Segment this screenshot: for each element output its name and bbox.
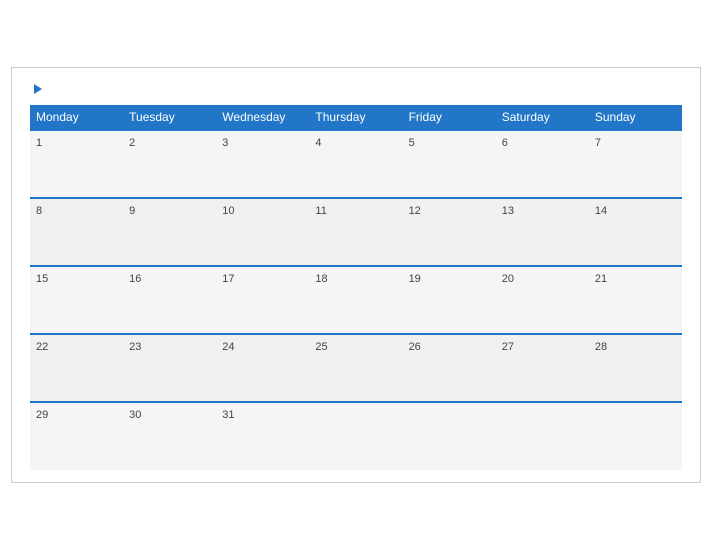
calendar-day-cell: 9 [123,198,216,266]
day-number: 5 [409,137,415,149]
day-number: 10 [222,205,234,217]
day-number: 1 [36,137,42,149]
weekday-header-tuesday: Tuesday [123,105,216,130]
day-number: 12 [409,205,421,217]
calendar-week-row: 1 2 3 4 5 6 7 [30,130,682,198]
calendar-day-cell: 15 [30,266,123,334]
calendar-day-cell: 16 [123,266,216,334]
calendar-day-cell: 2 [123,130,216,198]
calendar-day-cell: 3 [216,130,309,198]
calendar-day-cell: 6 [496,130,589,198]
calendar-day-cell: 26 [403,334,496,402]
calendar-day-cell: 4 [309,130,402,198]
day-number: 17 [222,273,234,285]
calendar-day-cell: 12 [403,198,496,266]
day-number: 28 [595,341,607,353]
weekday-header-thursday: Thursday [309,105,402,130]
calendar-day-cell: 22 [30,334,123,402]
calendar-day-cell: 13 [496,198,589,266]
day-number: 15 [36,273,48,285]
calendar-day-cell: 28 [589,334,682,402]
weekday-header-sunday: Sunday [589,105,682,130]
day-number: 18 [315,273,327,285]
calendar-day-cell [589,402,682,470]
logo-area [30,84,42,95]
day-number: 21 [595,273,607,285]
calendar-day-cell: 7 [589,130,682,198]
weekday-header-wednesday: Wednesday [216,105,309,130]
calendar-day-cell: 21 [589,266,682,334]
day-number: 20 [502,273,514,285]
calendar-week-row: 8 9 10 11 12 13 14 [30,198,682,266]
calendar-day-cell: 5 [403,130,496,198]
day-number: 16 [129,273,141,285]
calendar-header-row: MondayTuesdayWednesdayThursdayFridaySatu… [30,105,682,130]
calendar-grid: MondayTuesdayWednesdayThursdayFridaySatu… [30,105,682,470]
calendar-day-cell: 31 [216,402,309,470]
calendar-container: MondayTuesdayWednesdayThursdayFridaySatu… [11,67,701,483]
day-number: 2 [129,137,135,149]
calendar-day-cell: 17 [216,266,309,334]
calendar-day-cell: 1 [30,130,123,198]
calendar-day-cell: 30 [123,402,216,470]
calendar-header [30,84,682,95]
calendar-day-cell: 29 [30,402,123,470]
calendar-day-cell [403,402,496,470]
weekday-header-friday: Friday [403,105,496,130]
weekday-header-row: MondayTuesdayWednesdayThursdayFridaySatu… [30,105,682,130]
calendar-day-cell: 18 [309,266,402,334]
day-number: 19 [409,273,421,285]
calendar-week-row: 29 30 31 [30,402,682,470]
weekday-header-saturday: Saturday [496,105,589,130]
logo-triangle-icon [34,84,42,94]
calendar-body: 1234567891011121314151617181920212223242… [30,130,682,470]
calendar-day-cell: 8 [30,198,123,266]
calendar-day-cell: 14 [589,198,682,266]
calendar-day-cell: 25 [309,334,402,402]
calendar-day-cell: 24 [216,334,309,402]
day-number: 27 [502,341,514,353]
calendar-day-cell: 23 [123,334,216,402]
day-number: 8 [36,205,42,217]
calendar-week-row: 22 23 24 25 26 27 28 [30,334,682,402]
day-number: 6 [502,137,508,149]
day-number: 14 [595,205,607,217]
day-number: 23 [129,341,141,353]
day-number: 7 [595,137,601,149]
calendar-day-cell: 27 [496,334,589,402]
day-number: 9 [129,205,135,217]
day-number: 11 [315,205,326,217]
calendar-day-cell: 19 [403,266,496,334]
calendar-day-cell: 20 [496,266,589,334]
calendar-day-cell [496,402,589,470]
calendar-day-cell: 10 [216,198,309,266]
calendar-week-row: 15 16 17 18 19 20 21 [30,266,682,334]
day-number: 13 [502,205,514,217]
day-number: 22 [36,341,48,353]
day-number: 25 [315,341,327,353]
day-number: 4 [315,137,321,149]
day-number: 3 [222,137,228,149]
calendar-day-cell [309,402,402,470]
day-number: 30 [129,409,141,421]
day-number: 26 [409,341,421,353]
day-number: 24 [222,341,234,353]
weekday-header-monday: Monday [30,105,123,130]
day-number: 31 [222,409,234,421]
calendar-day-cell: 11 [309,198,402,266]
logo-blue-row [30,84,42,95]
day-number: 29 [36,409,48,421]
